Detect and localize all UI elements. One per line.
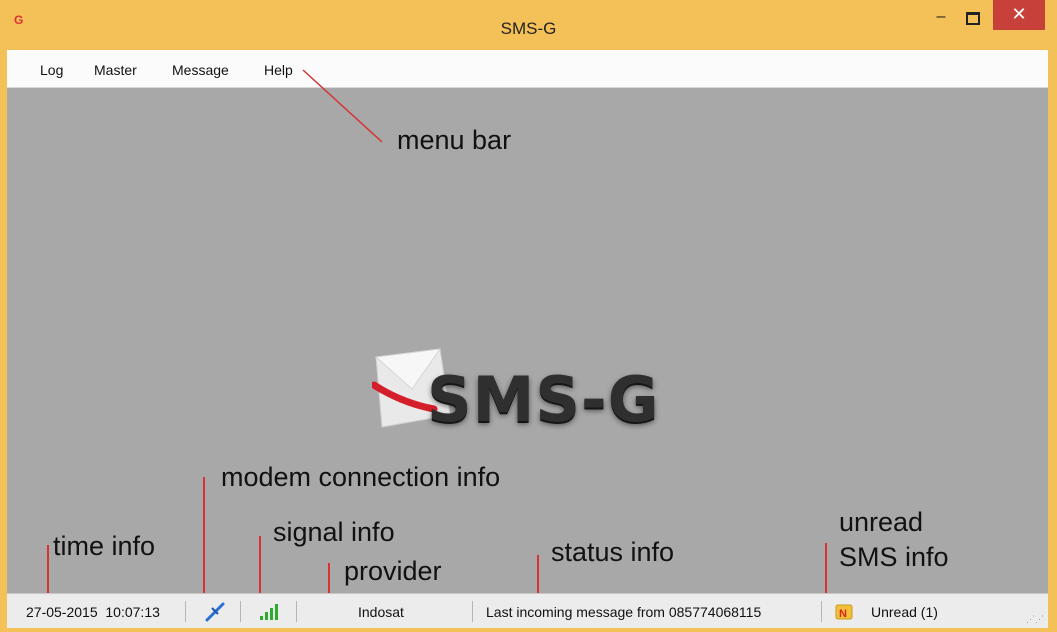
client-area: Log Master Message Help menu bar SMS-G m… bbox=[7, 50, 1048, 628]
unread-annotation-line2: SMS info bbox=[839, 542, 949, 572]
unread-annotation-line1: unread bbox=[839, 507, 924, 537]
signal-bars-icon bbox=[260, 604, 278, 620]
sms-g-logo: SMS-G bbox=[372, 345, 712, 445]
title-bar[interactable]: G SMS-G – ✕ bbox=[0, 0, 1057, 46]
status-annotation-line bbox=[537, 555, 539, 595]
app-window: G SMS-G – ✕ Log Master Message Help menu… bbox=[0, 0, 1057, 632]
status-annotation: status info bbox=[551, 537, 675, 567]
unread-annotation-line bbox=[825, 543, 827, 595]
status-bar: 27-05-2015 10:07:13 Indosat Last incomin… bbox=[7, 593, 1048, 628]
new-message-icon[interactable]: N bbox=[835, 603, 853, 621]
provider-annotation-line bbox=[328, 563, 330, 595]
logo-text: SMS-G bbox=[427, 363, 660, 436]
modem-annotation-line bbox=[203, 477, 205, 595]
maximize-icon bbox=[966, 11, 980, 25]
maximize-button[interactable] bbox=[960, 8, 986, 28]
status-separator bbox=[240, 601, 241, 622]
minimize-button[interactable]: – bbox=[928, 8, 954, 28]
menu-item-message[interactable]: Message bbox=[165, 50, 236, 87]
status-info: Last incoming message from 085774068115 bbox=[486, 604, 762, 620]
modem-annotation: modem connection info bbox=[221, 462, 501, 492]
time-info: 27-05-2015 10:07:13 bbox=[26, 604, 160, 620]
signal-annotation-line bbox=[259, 536, 261, 595]
window-title: SMS-G bbox=[500, 19, 557, 38]
time-info-annotation-line bbox=[47, 545, 49, 595]
provider-annotation: provider bbox=[344, 556, 442, 586]
close-button[interactable]: ✕ bbox=[993, 0, 1045, 30]
menu-item-help[interactable]: Help bbox=[257, 50, 300, 87]
status-separator bbox=[472, 601, 473, 622]
menu-item-master[interactable]: Master bbox=[87, 50, 144, 87]
status-separator bbox=[296, 601, 297, 622]
status-separator bbox=[821, 601, 822, 622]
menu-bar: Log Master Message Help bbox=[7, 50, 1048, 88]
unread-info[interactable]: Unread (1) bbox=[871, 594, 938, 628]
menu-bar-annotation: menu bar bbox=[397, 125, 512, 155]
plug-icon bbox=[205, 602, 225, 622]
time-info-annotation: time info bbox=[53, 531, 156, 561]
svg-text:N: N bbox=[839, 608, 847, 620]
resize-grip[interactable]: ⋰⋰ bbox=[1026, 615, 1044, 624]
provider-info: Indosat bbox=[358, 604, 404, 620]
menu-bar-annotation-line bbox=[302, 69, 383, 143]
menu-item-log[interactable]: Log bbox=[33, 50, 70, 87]
status-separator bbox=[185, 601, 186, 622]
signal-annotation: signal info bbox=[273, 517, 395, 547]
